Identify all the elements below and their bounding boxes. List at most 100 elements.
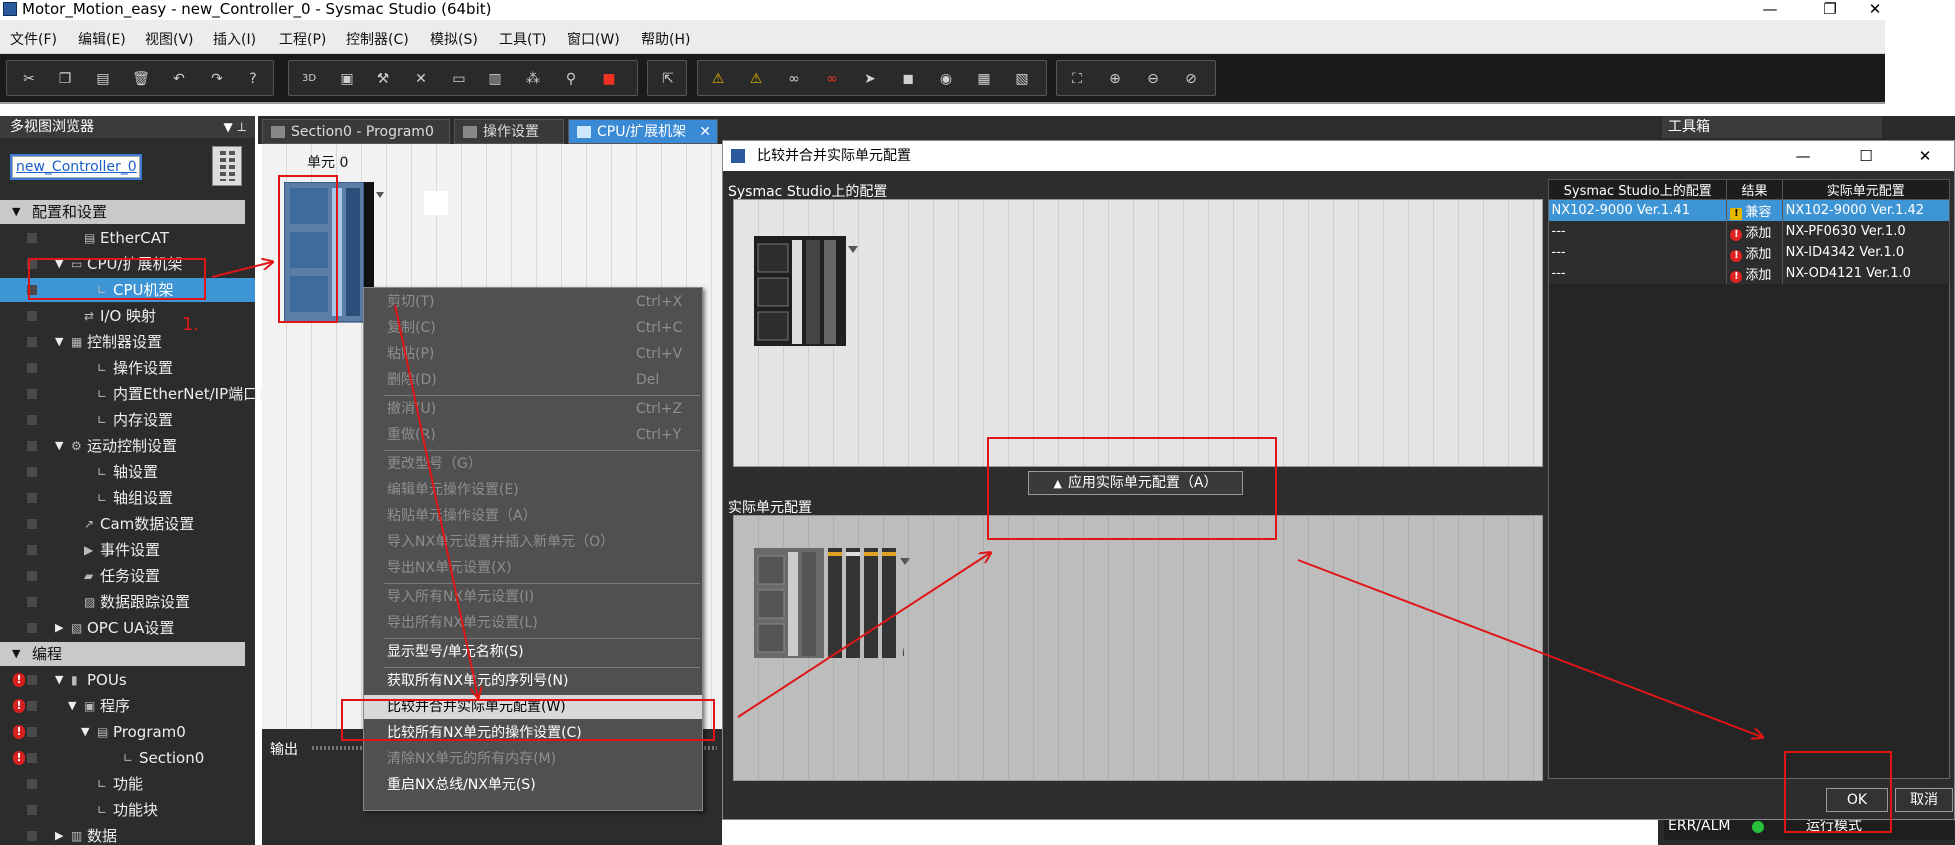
context-menu-item[interactable]: 获取所有NX单元的序列号(N) xyxy=(364,669,702,693)
glasses-icon[interactable]: ∞ xyxy=(784,70,804,88)
expand-down-icon[interactable]: ▼ xyxy=(12,642,20,666)
context-menu-item[interactable]: 重启NX总线/NX单元(S) xyxy=(364,773,702,797)
dialog-close-button[interactable]: ✕ xyxy=(1905,141,1945,171)
tree-item[interactable]: ! ▼ ▤ Program0 xyxy=(0,720,255,744)
3d-icon[interactable]: 3D xyxy=(299,70,319,88)
tree-item[interactable]: ∟ 功能 xyxy=(0,772,255,796)
mirror-icon[interactable]: ▥ xyxy=(485,70,505,88)
actual-config-pane[interactable]: i xyxy=(733,515,1543,781)
tool-icon[interactable]: ✕ xyxy=(411,70,431,88)
monitor-icon[interactable]: ▦ xyxy=(974,70,994,88)
tree-checkbox[interactable] xyxy=(27,701,37,711)
pin-icon[interactable]: ▼ ⊥ xyxy=(224,116,248,138)
network-icon[interactable]: ⁂ xyxy=(523,70,543,88)
tree-checkbox[interactable] xyxy=(27,493,37,503)
menu-edit[interactable]: 编辑(E) xyxy=(78,29,126,49)
build-icon[interactable]: ⚒ xyxy=(373,70,393,88)
expand-down-icon[interactable]: ▼ xyxy=(55,434,63,458)
undo-icon[interactable]: ↶ xyxy=(169,70,189,88)
tree-checkbox[interactable] xyxy=(27,727,37,737)
tree-item[interactable]: ↗ Cam数据设置 xyxy=(0,512,255,536)
expand-down-icon[interactable]: ▼ xyxy=(81,720,89,744)
tree-checkbox[interactable] xyxy=(27,441,37,451)
cut-icon[interactable]: ✂ xyxy=(19,70,39,88)
expand-down-icon[interactable]: ▼ xyxy=(68,694,76,718)
menu-file[interactable]: 文件(F) xyxy=(10,29,57,49)
tree-checkbox[interactable] xyxy=(27,597,37,607)
tree-checkbox[interactable] xyxy=(27,623,37,633)
tree-checkbox[interactable] xyxy=(27,545,37,555)
tree-item[interactable]: ! ∟ Section0 xyxy=(0,746,255,770)
cancel-button[interactable]: 取消 xyxy=(1895,788,1953,812)
window-icon[interactable]: ▣ xyxy=(337,70,357,88)
menu-project[interactable]: 工程(P) xyxy=(279,29,326,49)
tree-item[interactable]: ▼ ⚙ 运动控制设置 xyxy=(0,434,255,458)
expand-down-icon[interactable]: ▼ xyxy=(55,668,63,692)
tree-item[interactable]: ▶ ▥ 数据 xyxy=(0,824,255,845)
tree-checkbox[interactable] xyxy=(27,311,37,321)
context-menu-item[interactable]: 显示型号/单元名称(S) xyxy=(364,640,702,664)
expand-down-icon[interactable]: ▼ xyxy=(12,200,20,224)
paste-icon[interactable]: ▤ xyxy=(93,70,113,88)
refresh-icon[interactable]: ◉ xyxy=(936,70,956,88)
studio-cpu-unit-image[interactable]: i xyxy=(754,236,864,351)
tree-item[interactable]: ∟ 功能块 xyxy=(0,798,255,822)
compare-icon[interactable]: ▭ xyxy=(449,70,469,88)
zoom-in-icon[interactable]: ⊕ xyxy=(1105,70,1125,88)
tree-item[interactable]: ∟ 内置EtherNet/IP端口设 xyxy=(0,382,273,406)
tab-cpu-rack[interactable]: CPU/扩展机架 ✕ xyxy=(568,119,718,144)
restore-button[interactable]: ❐ xyxy=(1800,0,1860,18)
delete-icon[interactable]: 🗑 xyxy=(131,70,151,88)
step-icon[interactable]: ➤ xyxy=(860,70,880,88)
tree-checkbox[interactable] xyxy=(27,519,37,529)
minimize-button[interactable]: — xyxy=(1740,0,1800,18)
tree-item[interactable]: ! ▼ ▮ POUs xyxy=(0,668,255,692)
dialog-maximize-button[interactable]: ☐ xyxy=(1846,141,1886,171)
controller-select[interactable]: new_Controller_0 xyxy=(10,154,142,180)
zoom-reset-icon[interactable]: ⊘ xyxy=(1181,70,1201,88)
menu-help[interactable]: 帮助(H) xyxy=(641,29,690,49)
menu-controller[interactable]: 控制器(C) xyxy=(346,29,409,49)
tree-item[interactable]: ∟ 内存设置 xyxy=(0,408,255,432)
help-icon[interactable]: ? xyxy=(243,70,263,88)
warning2-icon[interactable]: ⚠ xyxy=(746,70,766,88)
tree-item[interactable]: ▼ 编程 xyxy=(0,642,245,666)
table-row[interactable]: ---! 添加 NX-ID4342 Ver.1.0 xyxy=(1548,241,1951,263)
actual-units-image[interactable]: i xyxy=(754,548,914,663)
tree-item[interactable]: ! ▼ ▣ 程序 xyxy=(0,694,255,718)
tree-item[interactable]: ▼ ▦ 控制器设置 xyxy=(0,330,255,354)
menu-window[interactable]: 窗口(W) xyxy=(567,29,620,49)
copy-icon[interactable]: ❐ xyxy=(55,70,75,88)
table-row[interactable]: ---! 添加 NX-PF0630 Ver.1.0 xyxy=(1548,220,1951,242)
tree-item[interactable]: ▤ EtherCAT xyxy=(0,226,255,250)
studio-config-pane[interactable]: i xyxy=(733,199,1543,467)
zoom-out-icon[interactable]: ⊖ xyxy=(1143,70,1163,88)
tree-checkbox[interactable] xyxy=(27,389,37,399)
tree-item[interactable]: ▰ 任务设置 xyxy=(0,564,255,588)
empty-slot[interactable] xyxy=(424,191,448,215)
expand-right-icon[interactable]: ▶ xyxy=(55,616,63,640)
tree-item[interactable]: ∟ 轴设置 xyxy=(0,460,255,484)
monitor2-icon[interactable]: ▧ xyxy=(1012,70,1032,88)
tree-item[interactable]: ▼ 配置和设置 xyxy=(0,200,245,224)
tree-item[interactable]: ∟ 操作设置 xyxy=(0,356,255,380)
tree-checkbox[interactable] xyxy=(27,467,37,477)
tree-checkbox[interactable] xyxy=(27,571,37,581)
tree-checkbox[interactable] xyxy=(27,337,37,347)
dialog-minimize-button[interactable]: — xyxy=(1783,141,1823,171)
close-button[interactable]: ✕ xyxy=(1860,0,1890,18)
expand-down-icon[interactable]: ▼ xyxy=(55,330,63,354)
tree-checkbox[interactable] xyxy=(27,415,37,425)
cursor-icon[interactable]: ⇱ xyxy=(658,70,678,88)
tree-checkbox[interactable] xyxy=(27,363,37,373)
menu-tools[interactable]: 工具(T) xyxy=(499,29,546,49)
controller-icon[interactable] xyxy=(212,146,242,186)
tab-operation-settings[interactable]: 操作设置 xyxy=(454,119,564,144)
tree-checkbox[interactable] xyxy=(27,675,37,685)
tree-item[interactable]: ∟ 轴组设置 xyxy=(0,486,255,510)
tree-item[interactable]: ⇄ I/O 映射 xyxy=(0,304,255,328)
menu-simulation[interactable]: 模拟(S) xyxy=(430,29,478,49)
menu-insert[interactable]: 插入(I) xyxy=(213,29,256,49)
glasses2-icon[interactable]: ∞ xyxy=(822,70,842,88)
error-icon[interactable]: ■ xyxy=(599,70,619,88)
